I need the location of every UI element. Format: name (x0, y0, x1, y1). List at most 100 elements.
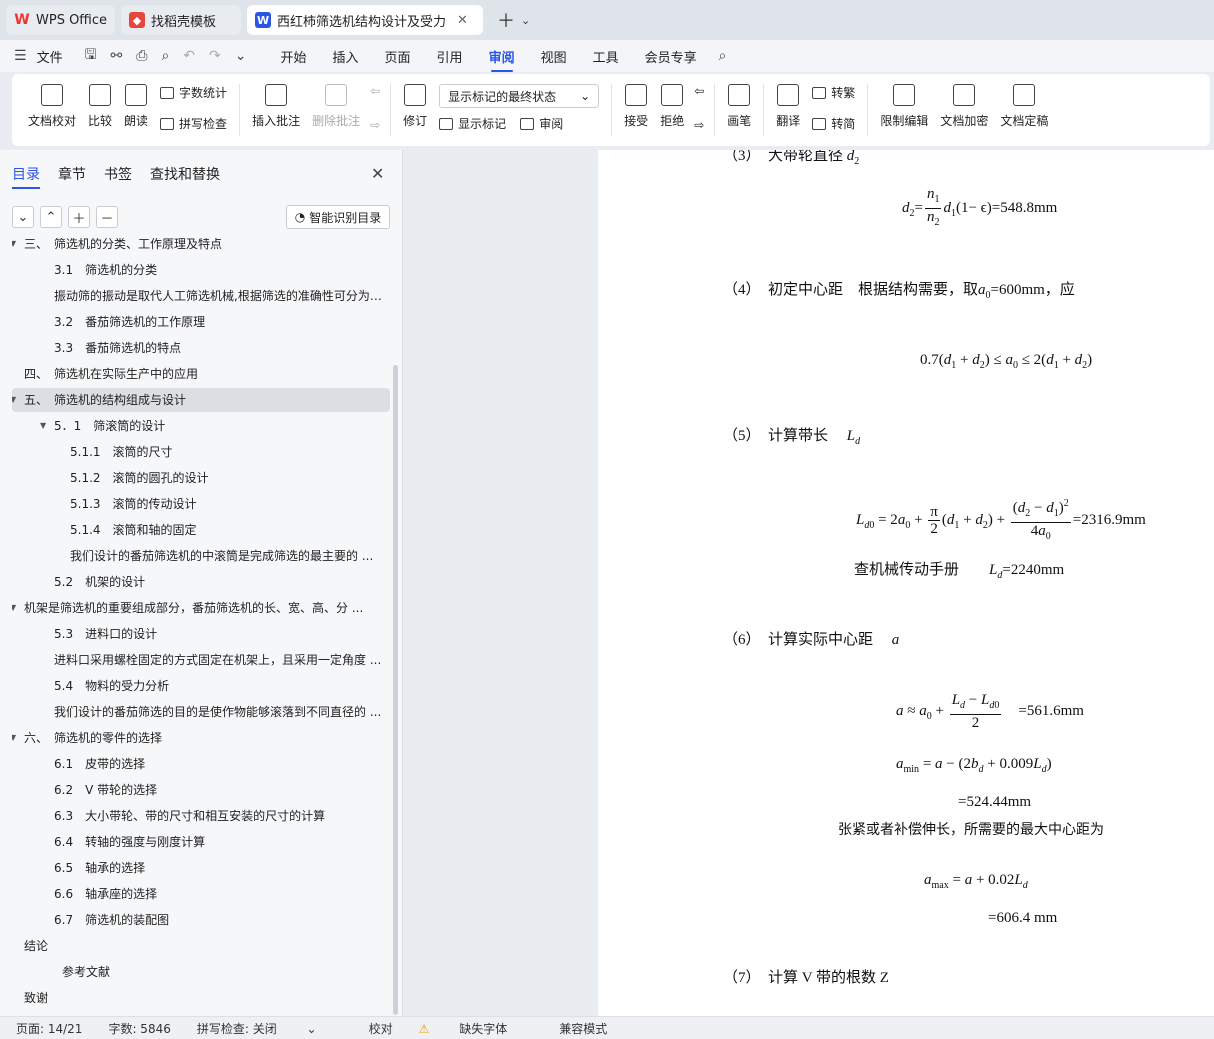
toc-item[interactable]: 振动筛的振动是取代人工筛选机械,根据筛选的准确性可分为 ... (12, 284, 390, 308)
menu-view[interactable]: 视图 (537, 41, 571, 72)
toc-item[interactable]: 6.2 V 带轮的选择 (12, 778, 390, 802)
word-count[interactable]: 字数: 5846 (108, 1020, 170, 1037)
text: =2240mm (1002, 562, 1065, 578)
close-icon[interactable]: ✕ (457, 13, 468, 28)
tab-document[interactable]: W 西红柿筛选机结构设计及受力分 ✕ (247, 5, 484, 35)
encrypt-button[interactable]: 文档加密 (940, 84, 988, 129)
reject-button[interactable]: 拒绝 (660, 84, 684, 129)
toc-item[interactable]: 5.1.2 滚筒的圆孔的设计 (12, 466, 390, 490)
new-tab-button[interactable]: ＋ (497, 7, 515, 33)
collapse-all-button[interactable]: ⌃ (40, 206, 62, 228)
toc-item[interactable]: 参考文献 (12, 960, 390, 984)
tab-wps-office[interactable]: W WPS Office (6, 5, 116, 35)
next-comment-icon[interactable]: ⇨ (370, 118, 380, 132)
next-change-icon[interactable]: ⇨ (694, 118, 704, 132)
page-count[interactable]: 页面: 14/21 (16, 1020, 82, 1037)
toc-item[interactable]: 3.3 番茄筛选机的特点 (12, 336, 390, 360)
toc-item[interactable]: ▼ 机架是筛选机的重要组成部分，番茄筛选机的长、宽、高、分 ... (12, 596, 390, 620)
toc-scrollbar[interactable] (393, 365, 398, 1015)
spell-check-status[interactable]: 拼写检查: 关闭 ⌄ (197, 1020, 343, 1037)
doc-proofread-button[interactable]: 文档校对 (28, 84, 76, 129)
expand-triangle-icon[interactable]: ▼ (40, 414, 50, 438)
toc-item[interactable]: 我们设计的番茄筛选的目的是使作物能够滚落到不同直径的 ... (12, 700, 390, 724)
nav-tab-find-replace[interactable]: 查找和替换 (150, 164, 220, 184)
menu-review[interactable]: 审阅 (485, 41, 519, 72)
print-preview-icon[interactable]: ⌕ (161, 48, 169, 64)
accept-button[interactable]: 接受 (624, 84, 648, 129)
restrict-edit-button[interactable]: 限制编辑 (880, 84, 928, 129)
menu-references[interactable]: 引用 (433, 41, 467, 72)
toc-item[interactable]: 结论 (12, 934, 390, 958)
toc-item[interactable]: 四、 筛选机在实际生产中的应用 (12, 362, 390, 386)
expand-triangle-icon[interactable]: ▼ (12, 388, 20, 412)
toc-item[interactable]: 5.4 物料的受力分析 (12, 674, 390, 698)
toc-item[interactable]: 5.1.4 滚筒和轴的固定 (12, 518, 390, 542)
hamburger-icon[interactable]: ☰ (14, 48, 27, 64)
add-heading-button[interactable]: ＋ (68, 206, 90, 228)
toc-item[interactable]: ▼ 五、 筛选机的结构组成与设计 (12, 388, 390, 412)
redo-icon[interactable]: ↷ (209, 48, 221, 64)
to-simplified-button[interactable]: 转简 (812, 115, 855, 132)
menu-tools[interactable]: 工具 (589, 41, 623, 72)
translate-button[interactable]: 翻译 (776, 84, 800, 129)
toc-item[interactable]: 6.7 筛选机的装配图 (12, 908, 390, 932)
smart-toc-button[interactable]: ◔ 智能识别目录 (286, 205, 390, 229)
prev-comment-icon[interactable]: ⇦ (370, 84, 380, 98)
expand-triangle-icon[interactable]: ▼ (12, 726, 20, 750)
nav-tab-bookmarks[interactable]: 书签 (104, 164, 132, 184)
expand-triangle-icon[interactable]: ▼ (12, 238, 20, 256)
revise-button[interactable]: 修订 (403, 84, 427, 129)
toc-item[interactable]: 5.3 进料口的设计 (12, 622, 390, 646)
compare-button[interactable]: 比较 (88, 84, 112, 129)
proofread-status[interactable]: 校对 (369, 1020, 393, 1037)
prev-change-icon[interactable]: ⇦ (694, 84, 704, 98)
toc-item[interactable]: 致谢 (12, 986, 390, 1008)
toc-item[interactable]: 我们设计的番茄筛选机的中滚筒是完成筛选的最主要的 ... (12, 544, 390, 568)
pen-button[interactable]: 画笔 (727, 84, 751, 129)
toc-item[interactable]: ▼ 5．1 筛滚筒的设计 (12, 414, 390, 438)
menu-insert[interactable]: 插入 (329, 41, 363, 72)
link-icon[interactable]: ⚯ (111, 48, 123, 64)
toc-item[interactable]: 5.2 机架的设计 (12, 570, 390, 594)
chevron-down-icon[interactable]: ⌄ (521, 14, 530, 27)
toc-item[interactable]: 5.1.3 滚筒的传动设计 (12, 492, 390, 516)
markup-state-select[interactable]: 显示标记的最终状态 ⌄ (439, 84, 600, 108)
toc-item[interactable]: 6.5 轴承的选择 (12, 856, 390, 880)
delete-comment-button[interactable]: 删除批注 (312, 84, 360, 129)
search-icon[interactable]: ⌕ (719, 48, 727, 64)
toc-item[interactable]: ▼ 六、 筛选机的零件的选择 (12, 726, 390, 750)
remove-heading-button[interactable]: － (96, 206, 118, 228)
undo-icon[interactable]: ↶ (183, 48, 195, 64)
menu-layout[interactable]: 页面 (381, 41, 415, 72)
toc-item[interactable]: 3.2 番茄筛选机的工作原理 (12, 310, 390, 334)
toc-item[interactable]: 进料口采用螺栓固定的方式固定在机架上，且采用一定角度 ... (12, 648, 390, 672)
menu-home[interactable]: 开始 (277, 41, 311, 72)
menu-file[interactable]: 文件 (33, 41, 67, 72)
missing-font-status[interactable]: ⚠ 缺失字体 (419, 1020, 534, 1037)
word-count-button[interactable]: 字数统计 (160, 84, 227, 101)
toc-item[interactable]: 6.3 大小带轮、带的尺寸和相互安装的尺寸的计算 (12, 804, 390, 828)
toc-item[interactable]: 3.1 筛选机的分类 (12, 258, 390, 282)
toc-item[interactable]: 6.1 皮带的选择 (12, 752, 390, 776)
toc-item[interactable]: 5.1.1 滚筒的尺寸 (12, 440, 390, 464)
tab-docer[interactable]: ◆ 找稻壳模板 (121, 5, 242, 35)
menu-membership[interactable]: 会员专享 (641, 41, 701, 72)
nav-tab-toc[interactable]: 目录 (12, 164, 40, 189)
print-icon[interactable]: ⎙ (136, 48, 147, 64)
review-pane-button[interactable]: 审阅 (520, 115, 563, 132)
toc-item[interactable]: 6.6 轴承座的选择 (12, 882, 390, 906)
toc-item[interactable]: 6.4 转轴的强度与刚度计算 (12, 830, 390, 854)
save-icon[interactable]: 🖫 (85, 44, 97, 68)
expand-triangle-icon[interactable]: ▼ (12, 596, 20, 620)
spell-check-button[interactable]: 拼写检查 (160, 115, 227, 132)
toc-item[interactable]: ▼ 三、 筛选机的分类、工作原理及特点 (12, 238, 390, 256)
chevron-down-icon[interactable]: ⌄ (235, 48, 247, 64)
expand-all-button[interactable]: ⌄ (12, 206, 34, 228)
read-aloud-button[interactable]: 朗读 (124, 84, 148, 129)
to-traditional-button[interactable]: 转繁 (812, 84, 855, 101)
finalize-button[interactable]: 文档定稿 (1000, 84, 1048, 129)
insert-comment-button[interactable]: 插入批注 (252, 84, 300, 129)
close-icon[interactable]: ✕ (371, 164, 384, 183)
nav-tab-chapters[interactable]: 章节 (58, 164, 86, 184)
show-markup-button[interactable]: 显示标记 (439, 115, 506, 132)
